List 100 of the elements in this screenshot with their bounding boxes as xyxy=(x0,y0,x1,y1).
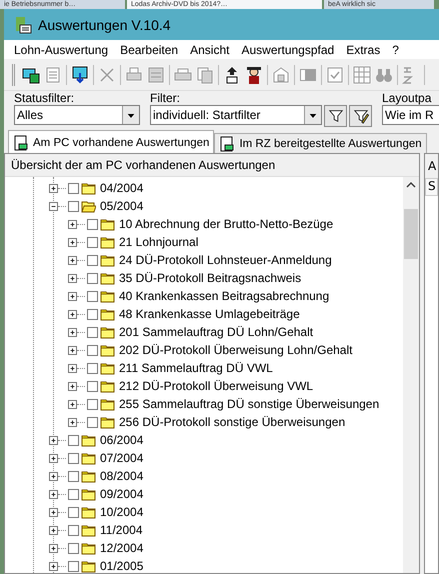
checkbox[interactable] xyxy=(87,416,98,428)
tree-item[interactable]: 35 DÜ-Protokoll Beitragsnachweis xyxy=(119,271,302,285)
expand-icon[interactable] xyxy=(68,400,77,408)
menu-item[interactable]: Extras xyxy=(340,42,386,56)
tree-item[interactable]: 10 Abrechnung der Brutto-Netto-Bezüge xyxy=(119,217,334,231)
checkbox[interactable] xyxy=(68,560,79,572)
checkbox[interactable] xyxy=(87,254,98,266)
expand-icon[interactable] xyxy=(49,508,58,516)
tree-item[interactable]: 06/2004 xyxy=(100,433,144,447)
checkbox[interactable] xyxy=(87,218,98,230)
expand-icon[interactable] xyxy=(68,274,77,282)
tree-item[interactable]: 05/2004 xyxy=(100,199,144,213)
dropdown[interactable]: individuell: Startfilter xyxy=(150,105,322,125)
folder-icon xyxy=(81,452,96,464)
expand-icon[interactable] xyxy=(49,184,58,192)
expand-icon[interactable] xyxy=(68,364,77,372)
field-label: Filter: xyxy=(150,91,181,105)
checkbox[interactable] xyxy=(68,200,79,212)
tree-item[interactable]: 09/2004 xyxy=(100,487,144,501)
expand-icon[interactable] xyxy=(68,310,77,318)
monitor-icon[interactable] xyxy=(70,64,90,84)
folder-icon xyxy=(100,254,115,266)
tree-item[interactable]: 255 Sammelauftrag DÜ sonstige Überweisungen xyxy=(119,397,380,411)
checkbox[interactable] xyxy=(68,524,79,536)
field-label: Statusfilter: xyxy=(14,91,76,105)
expand-icon[interactable] xyxy=(49,472,58,480)
checkbox[interactable] xyxy=(68,452,79,464)
tab[interactable]: Am PC vorhandene Auswertungen xyxy=(8,130,214,154)
menu-item[interactable]: Lohn-Auswertung xyxy=(8,42,114,56)
expand-icon[interactable] xyxy=(68,256,77,264)
tree-item[interactable]: 01/2005 xyxy=(100,559,144,573)
tree-item[interactable]: 201 Sammelauftrag DÜ Lohn/Gehalt xyxy=(119,325,314,339)
expand-icon[interactable] xyxy=(49,436,58,444)
person-icon[interactable] xyxy=(244,64,264,84)
folder-icon xyxy=(100,308,115,320)
expand-icon[interactable] xyxy=(68,382,77,390)
menu-item[interactable]: ? xyxy=(386,42,405,56)
edit-filter-button[interactable] xyxy=(349,105,372,127)
checkbox[interactable] xyxy=(68,542,79,554)
expand-icon[interactable] xyxy=(49,562,58,570)
tree-item[interactable]: 08/2004 xyxy=(100,469,144,483)
tree-item[interactable]: 212 DÜ-Protokoll Überweisung VWL xyxy=(119,379,314,393)
checkbox[interactable] xyxy=(68,434,79,446)
tree-item[interactable]: 12/2004 xyxy=(100,541,144,555)
tree-item[interactable]: 10/2004 xyxy=(100,505,144,519)
expand-icon[interactable] xyxy=(68,292,77,300)
checkbox[interactable] xyxy=(87,308,98,320)
scroll-thumb[interactable] xyxy=(404,209,418,259)
panel-header: A xyxy=(425,154,438,178)
expand-icon[interactable] xyxy=(49,526,58,534)
filter-button[interactable] xyxy=(324,105,347,127)
tree-item[interactable]: 211 Sammelauftrag DÜ VWL xyxy=(119,361,273,375)
folder-icon xyxy=(81,506,96,518)
tree-item[interactable]: 24 DÜ-Protokoll Lohnsteuer-Anmeldung xyxy=(119,253,332,267)
folder-icon xyxy=(100,362,115,374)
tree-item[interactable]: 256 DÜ-Protokoll sonstige Überweisungen xyxy=(119,415,346,429)
folder-icon xyxy=(81,488,96,500)
checkbox[interactable] xyxy=(87,290,98,302)
checkbox[interactable] xyxy=(68,488,79,500)
filter-icon xyxy=(328,108,344,124)
expand-icon[interactable] xyxy=(49,544,58,552)
expand-icon[interactable] xyxy=(68,328,77,336)
folder-icon xyxy=(81,470,96,482)
checkbox[interactable] xyxy=(87,236,98,248)
tree-item[interactable]: 202 DÜ-Protokoll Überweisung Lohn/Gehalt xyxy=(119,343,352,357)
expand-icon[interactable] xyxy=(68,238,77,246)
checkbox[interactable] xyxy=(87,344,98,356)
menu-item[interactable]: Auswertungspfad xyxy=(235,42,340,56)
folder-icon xyxy=(100,290,115,302)
checkbox[interactable] xyxy=(68,470,79,482)
expand-icon[interactable] xyxy=(68,418,77,426)
checkbox[interactable] xyxy=(87,362,98,374)
dropdown[interactable]: Wie im R xyxy=(382,105,439,125)
tree-item[interactable]: 21 Lohnjournal xyxy=(119,235,198,249)
expand-icon[interactable] xyxy=(68,346,77,354)
menu-item[interactable]: Bearbeiten xyxy=(114,42,184,56)
folder-icon xyxy=(100,236,115,248)
checkbox[interactable] xyxy=(68,182,79,194)
checkbox[interactable] xyxy=(87,272,98,284)
tree-item[interactable]: 07/2004 xyxy=(100,451,144,465)
collapse-icon[interactable] xyxy=(49,202,58,210)
folder-icon xyxy=(100,272,115,284)
menu-item[interactable]: Ansicht xyxy=(184,42,236,56)
checkbox[interactable] xyxy=(68,506,79,518)
expand-icon[interactable] xyxy=(68,220,77,228)
scrollbar[interactable] xyxy=(403,177,419,573)
tab[interactable]: Im RZ bereitgestellte Auswertungen xyxy=(214,133,427,154)
expand-icon[interactable] xyxy=(49,490,58,498)
dropdown[interactable]: Alles xyxy=(14,105,140,125)
expand-icon[interactable] xyxy=(49,454,58,462)
tree-item[interactable]: 11/2004 xyxy=(100,523,142,537)
folder-icon xyxy=(81,560,96,572)
tree-item[interactable]: 48 Krankenkasse Umlagebeiträge xyxy=(119,307,300,321)
checkbox[interactable] xyxy=(87,380,98,392)
column-header[interactable]: S xyxy=(425,178,438,196)
folder-icon xyxy=(81,524,96,536)
tree-item[interactable]: 04/2004 xyxy=(100,181,144,195)
checkbox[interactable] xyxy=(87,326,98,338)
tree-item[interactable]: 40 Krankenkassen Beitragsabrechnung xyxy=(119,289,330,303)
checkbox[interactable] xyxy=(87,398,98,410)
